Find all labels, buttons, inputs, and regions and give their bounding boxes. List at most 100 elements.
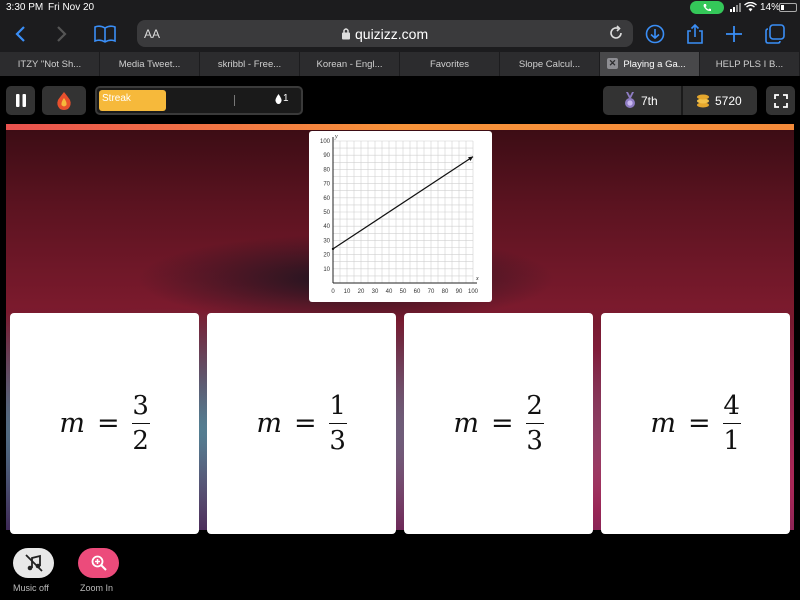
tab-label: Favorites: [429, 58, 470, 70]
battery-icon: [779, 3, 797, 12]
streak-count: 1: [283, 93, 289, 104]
browser-toolbar: AA quizizz.com: [0, 16, 800, 52]
series-start-point: [331, 247, 335, 251]
tab-label: skribbl - Free...: [217, 58, 282, 70]
status-bar: 3:30 PM Fri Nov 20 14%: [0, 0, 800, 16]
x-tick-label: 0: [331, 289, 335, 295]
coin-count: 5720: [715, 94, 742, 108]
pause-button[interactable]: [6, 86, 35, 115]
answer-options: m = 3 2 m = 1 3 m = 2 3 m = 4 1: [10, 313, 792, 534]
signal-icon: [730, 3, 741, 12]
x-tick-label: 70: [428, 289, 435, 295]
zoom-in-label: Zoom In: [80, 583, 114, 593]
fraction: 4 1: [722, 390, 741, 457]
x-tick-label: 10: [344, 289, 351, 295]
slope-equation: m = 1 3: [256, 390, 347, 457]
drop-icon: [275, 94, 282, 104]
tab-close-icon[interactable]: ✕: [607, 58, 618, 69]
y-tick-label: 70: [323, 182, 330, 188]
tab-help[interactable]: HELP PLS I B...: [700, 52, 800, 76]
music-toggle-button[interactable]: [13, 548, 54, 578]
slope-equation: m = 2 3: [453, 390, 544, 457]
slope-equation: m = 3 2: [59, 390, 150, 457]
y-tick-label: 20: [323, 253, 330, 259]
streak-label: Streak: [102, 93, 131, 104]
x-tick-label: 100: [468, 289, 479, 295]
variable-m: m: [453, 408, 479, 439]
zoom-in-button[interactable]: [78, 548, 119, 578]
tab-label: HELP PLS I B...: [715, 58, 784, 70]
y-tick-label: 60: [323, 196, 330, 202]
status-time: 3:30 PM: [6, 2, 44, 13]
denominator: 3: [526, 426, 543, 457]
x-tick-label: 60: [414, 289, 421, 295]
rank-text: 7th: [641, 94, 658, 108]
address-bar[interactable]: AA quizizz.com: [137, 20, 633, 47]
answer-option-3[interactable]: m = 2 3: [404, 313, 593, 534]
numerator: 3: [132, 390, 149, 421]
y-tick-label: 40: [323, 224, 330, 230]
variable-m: m: [256, 408, 282, 439]
back-chevron-icon[interactable]: [8, 22, 32, 46]
tab-label: Media Tweet...: [118, 58, 181, 70]
y-tick-label: 90: [323, 153, 330, 159]
x-tick-label: 80: [442, 289, 449, 295]
reload-icon[interactable]: [608, 25, 624, 41]
fullscreen-icon: [773, 93, 788, 108]
tab-skribbl[interactable]: skribbl - Free...: [200, 52, 300, 76]
timer-bar: [6, 124, 794, 130]
tab-media-tweet[interactable]: Media Tweet...: [100, 52, 200, 76]
share-icon[interactable]: [683, 22, 707, 46]
tab-korean-english[interactable]: Korean - Engl...: [300, 52, 400, 76]
y-tick-label: 80: [323, 167, 330, 173]
streak-meter: Streak 1: [95, 86, 303, 115]
numerator: 4: [723, 390, 740, 421]
y-axis-label: y: [334, 134, 338, 140]
call-indicator[interactable]: [690, 1, 724, 14]
fraction: 3 2: [131, 390, 150, 457]
variable-m: m: [59, 408, 85, 439]
flame-badge-icon: [57, 91, 71, 110]
x-tick-label: 40: [386, 289, 393, 295]
x-tick-label: 50: [400, 289, 407, 295]
y-tick-label: 10: [323, 267, 330, 273]
music-off-label: Music off: [13, 583, 49, 593]
powerup-button[interactable]: [42, 86, 86, 115]
question-graph: 0 10 20 30 40 50 60 70 80 90 100 10 20 30 40 50 60 70 80 90…: [309, 131, 492, 302]
numerator: 1: [329, 390, 346, 421]
x-tick-label: 30: [372, 289, 379, 295]
coin-stack-icon: [697, 94, 709, 108]
tab-favorites[interactable]: Favorites: [400, 52, 500, 76]
streak-divider: [234, 95, 235, 106]
line-chart: 0 10 20 30 40 50 60 70 80 90 100 10 20 30 40 50 60 70 80 90…: [320, 134, 479, 295]
x-axis-label: x: [475, 276, 479, 282]
denominator: 2: [132, 426, 149, 457]
tab-label: Slope Calcul...: [518, 58, 581, 70]
tab-label: ITZY "Not Sh...: [17, 58, 82, 70]
y-tick-label: 30: [323, 238, 330, 244]
tab-overview-icon[interactable]: [763, 22, 787, 46]
answer-option-1[interactable]: m = 3 2: [10, 313, 199, 534]
denominator: 1: [723, 426, 740, 457]
player-stats: 7th 5720: [603, 86, 757, 115]
fullscreen-button[interactable]: [766, 86, 795, 115]
lock-icon: [342, 28, 350, 40]
text-size-button[interactable]: AA: [144, 27, 160, 41]
forward-chevron-icon[interactable]: [50, 22, 74, 46]
bookmarks-book-icon[interactable]: [93, 22, 117, 46]
tab-label: Korean - Engl...: [316, 58, 383, 70]
new-tab-plus-icon[interactable]: [722, 22, 746, 46]
medal-icon: [625, 92, 635, 108]
tab-label: Playing a Ga...: [623, 58, 686, 70]
denominator: 3: [329, 426, 346, 457]
tab-itzy[interactable]: ITZY "Not Sh...: [0, 52, 100, 76]
tab-playing-a-game[interactable]: ✕ Playing a Ga...: [600, 52, 700, 76]
x-tick-label: 20: [358, 289, 365, 295]
numerator: 2: [526, 390, 543, 421]
answer-option-4[interactable]: m = 4 1: [601, 313, 790, 534]
download-icon[interactable]: [643, 22, 667, 46]
game-header: Streak 1 7th 5720: [0, 76, 800, 124]
tab-slope-calculator[interactable]: Slope Calcul...: [500, 52, 600, 76]
answer-option-2[interactable]: m = 1 3: [207, 313, 396, 534]
y-tick-label: 50: [323, 210, 330, 216]
